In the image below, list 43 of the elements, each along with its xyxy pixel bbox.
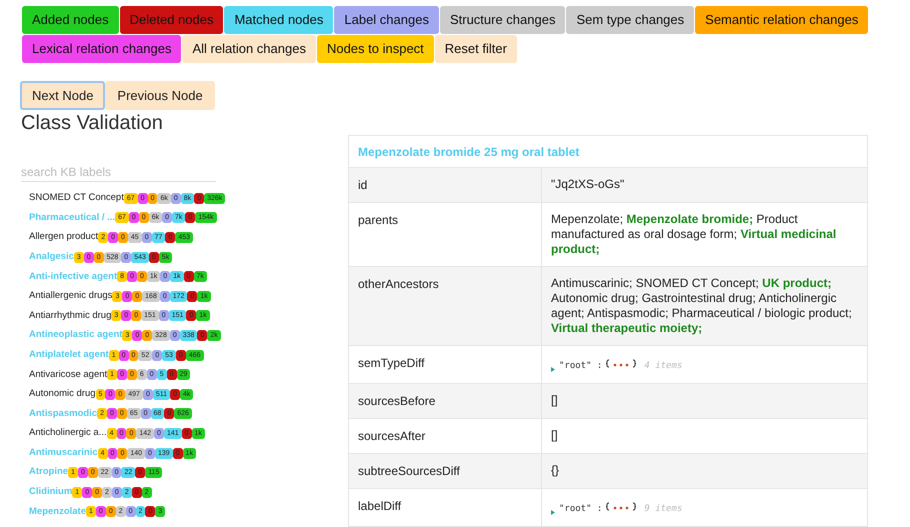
field-value: {} <box>551 463 560 478</box>
item-count: 9 items <box>644 503 682 516</box>
filter-button[interactable]: Nodes to inspect <box>316 35 434 63</box>
tree-node-label[interactable]: Antiallergenic drugs <box>29 289 112 304</box>
tree-node-label[interactable]: Anticholinergic a... <box>29 426 107 441</box>
field-value: [] <box>551 393 559 408</box>
json-key: "root" : <box>559 359 602 374</box>
tree-node-label[interactable]: SNOMED CT Concept <box>29 191 124 206</box>
tree-node-label[interactable]: Allergen product <box>29 230 98 245</box>
filter-button[interactable]: Label changes <box>334 6 439 34</box>
tree-node-label[interactable]: Antiarrhythmic drug <box>29 308 112 323</box>
field-value: Antimuscarinic; SNOMED CT Concept; UK product; Autonomic drug; Gastrointestinal drug; Anticholinergic agent; Antispasmodic; Pharmaceutical / biologic product; Virtual therapeutic moiety; <box>551 276 853 336</box>
search-field[interactable]: search KB labels <box>21 162 216 182</box>
field-name: labelDiff <box>358 499 402 513</box>
collapsed-braces-icon[interactable] <box>606 359 636 368</box>
field-value: "Jq2tXS-oGs" <box>551 177 626 192</box>
filter-button[interactable]: Lexical relation changes <box>22 35 182 63</box>
json-key: "root" : <box>559 502 602 517</box>
field-name: sourcesAfter <box>358 429 426 443</box>
tree-node-label[interactable]: Antivaricose agent <box>29 368 108 382</box>
field-name: semTypeDiff <box>358 356 424 370</box>
filter-button[interactable]: Sem type changes <box>566 6 694 34</box>
filter-button[interactable]: All relation changes <box>182 35 316 63</box>
field-value: [] <box>551 428 559 443</box>
filter-button[interactable]: Matched nodes <box>224 6 334 34</box>
field-name: subtreeSourcesDiff <box>358 464 460 478</box>
nav-button[interactable]: Next Node <box>20 81 106 110</box>
field-name: parents <box>358 213 398 227</box>
filter-button[interactable]: Semantic relation changes <box>695 6 868 34</box>
field-name: sourcesBefore <box>358 394 436 408</box>
collapsed-braces-icon[interactable] <box>606 502 636 511</box>
filter-button[interactable]: Structure changes <box>440 6 566 34</box>
tree-node-label[interactable]: Autonomic drug <box>29 387 96 402</box>
field-name: id <box>358 178 368 192</box>
nav-button[interactable]: Previous Node <box>105 81 215 110</box>
page-heading: Class Validation <box>20 111 164 136</box>
field-value: Mepenzolate; Mepenzolate bromide; Product manufactured as oral dosage form; Virtual medicinal product; <box>551 212 838 257</box>
item-count: 4 items <box>644 360 682 373</box>
expand-triangle-icon[interactable] <box>551 510 555 515</box>
field-name: otherAncestors <box>358 277 439 291</box>
expand-triangle-icon[interactable] <box>551 367 555 372</box>
filter-button[interactable]: Reset filter <box>434 35 517 63</box>
filter-button[interactable]: Added nodes <box>22 6 119 34</box>
